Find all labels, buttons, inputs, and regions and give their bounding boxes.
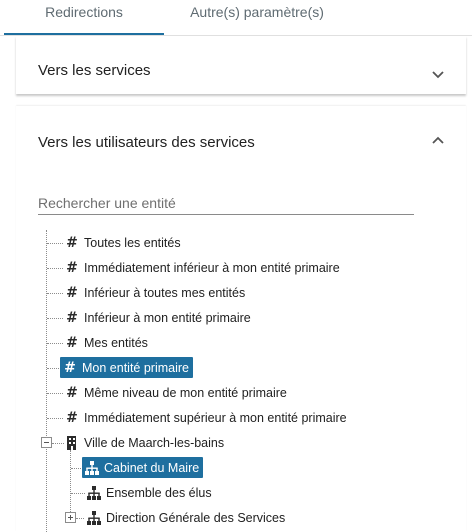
- tree-item-label: Toutes les entités: [84, 236, 181, 250]
- expand-toggle[interactable]: [65, 512, 76, 523]
- chevron-down-icon[interactable]: [430, 66, 446, 82]
- tree-item-label: Immédiatement inférieur à mon entité pri…: [84, 261, 340, 275]
- hash-icon: #: [66, 260, 78, 276]
- tree-item-label: Ville de Maarch-les-bains: [84, 436, 225, 450]
- hash-icon: #: [66, 335, 78, 351]
- tree-item-label: Inférieur à mon entité primaire: [84, 311, 251, 325]
- search-entity-input[interactable]: [38, 191, 414, 215]
- tree-item-label: Mon entité primaire: [82, 360, 189, 375]
- active-tab-indicator: [4, 33, 164, 35]
- tree-item-label: Direction Générale des Services: [106, 511, 286, 525]
- tree-item-immediatement-inferieur[interactable]: # Immédiatement inférieur à mon entité p…: [64, 258, 340, 278]
- collapse-toggle[interactable]: [41, 437, 52, 448]
- tree-item-inferieur-entite-primaire[interactable]: # Inférieur à mon entité primaire: [64, 308, 251, 328]
- chevron-up-icon[interactable]: [430, 133, 446, 149]
- tree-item-cabinet-du-maire[interactable]: Cabinet du Maire: [82, 457, 204, 478]
- tree-item-ensemble-des-elus[interactable]: Ensemble des élus: [86, 483, 212, 503]
- tree-item-label: Immédiatement supérieur à mon entité pri…: [84, 411, 347, 425]
- tree-item-label: Ensemble des élus: [106, 486, 212, 500]
- panel-users-title[interactable]: Vers les utilisateurs des services: [38, 134, 255, 151]
- building-icon: [64, 435, 80, 451]
- org-chart-icon: [86, 510, 102, 526]
- tree-item-ville-de-maarch[interactable]: Ville de Maarch-les-bains: [64, 433, 224, 453]
- hash-icon: #: [66, 410, 78, 426]
- tree-item-direction-generale[interactable]: Direction Générale des Services: [86, 508, 285, 528]
- panel-services-title: Vers les services: [38, 62, 151, 79]
- tree-item-mon-entite-primaire[interactable]: # Mon entité primaire: [60, 357, 193, 378]
- tree-item-immediatement-superieur[interactable]: # Immédiatement supérieur à mon entité p…: [64, 408, 347, 428]
- tree-item-label: Inférieur à toutes mes entités: [84, 286, 246, 300]
- hash-icon: #: [66, 235, 78, 251]
- tree-item-inferieur-toutes-entites[interactable]: # Inférieur à toutes mes entités: [64, 283, 245, 303]
- tree-item-label: Même niveau de mon entité primaire: [84, 386, 287, 400]
- hash-icon: #: [66, 385, 78, 401]
- tree-item-label: Cabinet du Maire: [104, 460, 200, 475]
- panel-services[interactable]: Vers les services: [16, 36, 466, 94]
- org-chart-icon: [84, 460, 100, 476]
- hash-icon: #: [64, 359, 76, 376]
- tab-bar: Redirections Autre(s) paramètre(s): [0, 0, 472, 36]
- tree-item-meme-niveau[interactable]: # Même niveau de mon entité primaire: [64, 383, 287, 403]
- tree-item-toutes-les-entites[interactable]: # Toutes les entités: [64, 233, 181, 253]
- tree-item-label: Mes entités: [84, 336, 148, 350]
- org-chart-icon: [86, 485, 102, 501]
- tree-item-mes-entites[interactable]: # Mes entités: [64, 333, 148, 353]
- hash-icon: #: [66, 285, 78, 301]
- tab-autres-parametres[interactable]: Autre(s) paramètre(s): [164, 0, 350, 36]
- hash-icon: #: [66, 310, 78, 326]
- tab-redirections[interactable]: Redirections: [4, 0, 164, 36]
